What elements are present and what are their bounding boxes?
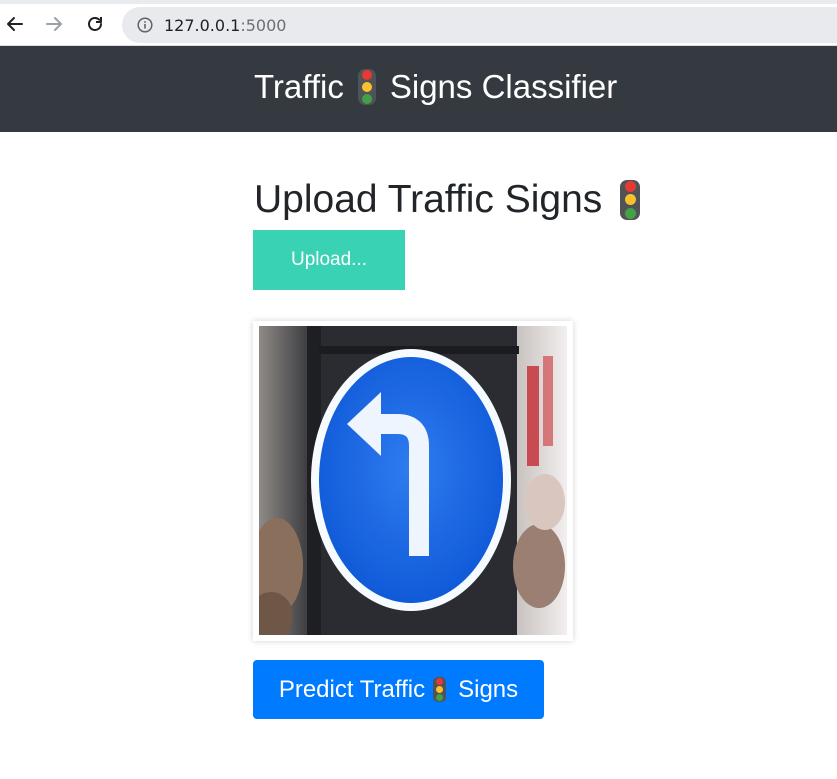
image-preview-frame bbox=[253, 321, 573, 641]
address-url: 127.0.0.1:5000 bbox=[164, 16, 286, 35]
predict-label-part1: Predict Traffic bbox=[278, 675, 426, 703]
url-host: 127.0.0.1 bbox=[164, 15, 241, 35]
arrow-left-icon bbox=[7, 17, 23, 31]
brand-text-part2: Signs Classifier bbox=[389, 68, 618, 105]
predict-button[interactable]: Predict Traffic Signs bbox=[253, 660, 544, 719]
traffic-light-icon bbox=[620, 180, 641, 220]
uploaded-sign-image bbox=[259, 326, 567, 635]
app-navbar: Traffic Signs Classifier bbox=[0, 46, 837, 132]
reload-button[interactable] bbox=[81, 10, 109, 38]
url-port: :5000 bbox=[240, 15, 287, 35]
brand-text-part1: Traffic bbox=[254, 68, 344, 105]
navbar-brand[interactable]: Traffic Signs Classifier bbox=[254, 65, 617, 109]
back-button[interactable] bbox=[1, 10, 29, 38]
page-title-text: Upload Traffic Signs bbox=[254, 178, 603, 221]
info-icon[interactable] bbox=[136, 16, 154, 34]
page-title: Upload Traffic Signs bbox=[254, 172, 641, 228]
arrow-right-icon bbox=[46, 17, 62, 31]
upload-button[interactable]: Upload... bbox=[253, 230, 405, 290]
predict-label-part2: Signs bbox=[458, 675, 519, 703]
traffic-light-icon bbox=[357, 69, 376, 105]
forward-button[interactable] bbox=[40, 10, 68, 38]
address-bar[interactable]: 127.0.0.1:5000 bbox=[122, 7, 837, 43]
reload-icon bbox=[88, 17, 102, 31]
traffic-light-icon bbox=[433, 677, 447, 702]
browser-toolbar: 127.0.0.1:5000 bbox=[0, 0, 837, 46]
